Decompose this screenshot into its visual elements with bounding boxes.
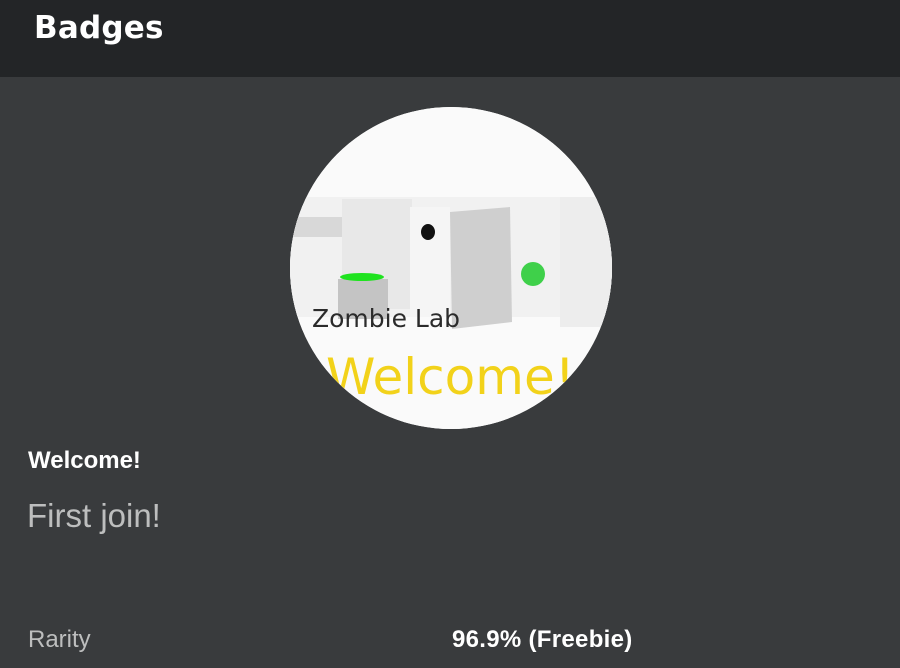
badge-image-welcome-text: Welcome! bbox=[326, 348, 575, 406]
badge-image-caption: Zombie Lab bbox=[312, 304, 461, 333]
rarity-label: Rarity bbox=[28, 626, 91, 653]
badge-image: Zombie Lab Welcome! bbox=[290, 107, 612, 429]
rarity-value: 96.9% (Freebie) bbox=[452, 626, 633, 653]
header-bar: Badges bbox=[0, 0, 900, 77]
page-title: Badges bbox=[34, 10, 164, 46]
badge-name: Welcome! bbox=[28, 447, 141, 474]
rarity-row: Rarity 96.9% (Freebie) bbox=[0, 620, 900, 660]
badge-description: First join! bbox=[27, 497, 161, 534]
